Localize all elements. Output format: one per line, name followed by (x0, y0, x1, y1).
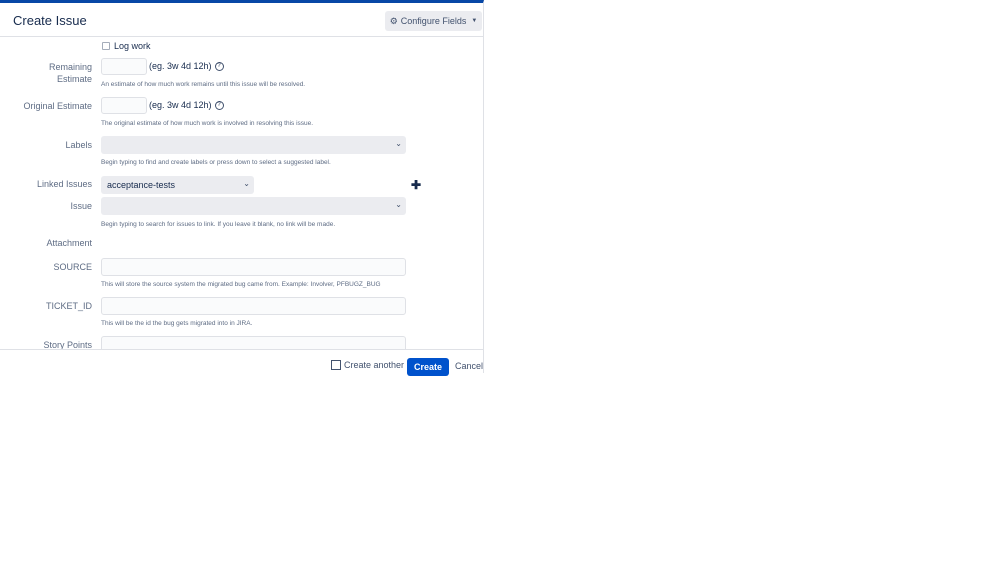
help-icon[interactable]: ? (214, 61, 224, 71)
labels-label: Labels (65, 140, 92, 150)
log-work-checkbox[interactable] (102, 42, 110, 50)
linked-issues-label: Linked Issues (36, 179, 92, 189)
log-work-label: Log work (114, 41, 151, 51)
dialog-footer: Create another Create Cancel (0, 349, 483, 376)
issue-label: Issue (70, 201, 92, 211)
story-points-label: Story Points (43, 340, 92, 349)
create-issue-dialog: Create Issue ⚙ Configure Fields ▼ Log wo… (0, 0, 484, 376)
remaining-estimate-hint-text: (eg. 3w 4d 12h) (149, 61, 212, 71)
ticket-id-input[interactable] (101, 297, 406, 315)
linked-issues-value: acceptance-tests (107, 180, 176, 190)
source-input[interactable] (101, 258, 406, 276)
gear-icon: ⚙ (389, 15, 398, 26)
form-body[interactable]: Log work Remaining Estimate (eg. 3w 4d 1… (0, 38, 483, 349)
issue-select[interactable]: ⌄ (101, 197, 406, 215)
chevron-down-icon: ⌄ (395, 200, 402, 209)
original-estimate-label: Original Estimate (23, 101, 92, 111)
plus-icon[interactable]: ✚ (411, 179, 421, 191)
source-help: This will store the source system the mi… (101, 281, 381, 288)
source-label: SOURCE (53, 262, 92, 272)
configure-fields-button[interactable]: ⚙ Configure Fields ▼ (385, 11, 482, 31)
issue-help: Begin typing to search for issues to lin… (101, 221, 336, 228)
create-another-label: Create another (344, 360, 405, 370)
labels-help: Begin typing to find and create labels o… (101, 159, 331, 166)
create-button[interactable]: Create (407, 358, 449, 376)
remaining-estimate-help: An estimate of how much work remains unt… (101, 81, 306, 88)
dialog-title: Create Issue (13, 13, 87, 28)
original-estimate-hint: (eg. 3w 4d 12h) ? (149, 100, 224, 110)
create-another-toggle[interactable]: Create another (331, 360, 404, 370)
chevron-down-icon: ⌄ (243, 179, 250, 188)
original-estimate-hint-text: (eg. 3w 4d 12h) (149, 100, 212, 110)
ticket-id-label: TICKET_ID (45, 301, 92, 311)
original-estimate-input[interactable] (101, 97, 147, 114)
caret-down-icon: ▼ (471, 18, 478, 24)
checkbox-icon[interactable] (331, 360, 341, 370)
cancel-link[interactable]: Cancel (455, 361, 483, 371)
dialog-header: Create Issue ⚙ Configure Fields ▼ (0, 3, 483, 37)
remaining-estimate-input[interactable] (101, 58, 147, 75)
story-points-input[interactable] (101, 336, 406, 349)
remaining-estimate-label: Remaining Estimate (48, 62, 92, 84)
linked-issues-select[interactable]: acceptance-tests ⌄ (101, 176, 254, 194)
remaining-estimate-hint: (eg. 3w 4d 12h) ? (149, 61, 224, 71)
configure-fields-label: Configure Fields (400, 16, 467, 26)
ticket-id-help: This will be the id the bug gets migrate… (101, 320, 253, 327)
chevron-down-icon: ⌄ (395, 139, 402, 148)
labels-select[interactable]: ⌄ (101, 136, 406, 154)
original-estimate-help: The original estimate of how much work i… (101, 120, 314, 127)
attachment-label: Attachment (46, 238, 92, 248)
help-icon[interactable]: ? (214, 100, 224, 110)
